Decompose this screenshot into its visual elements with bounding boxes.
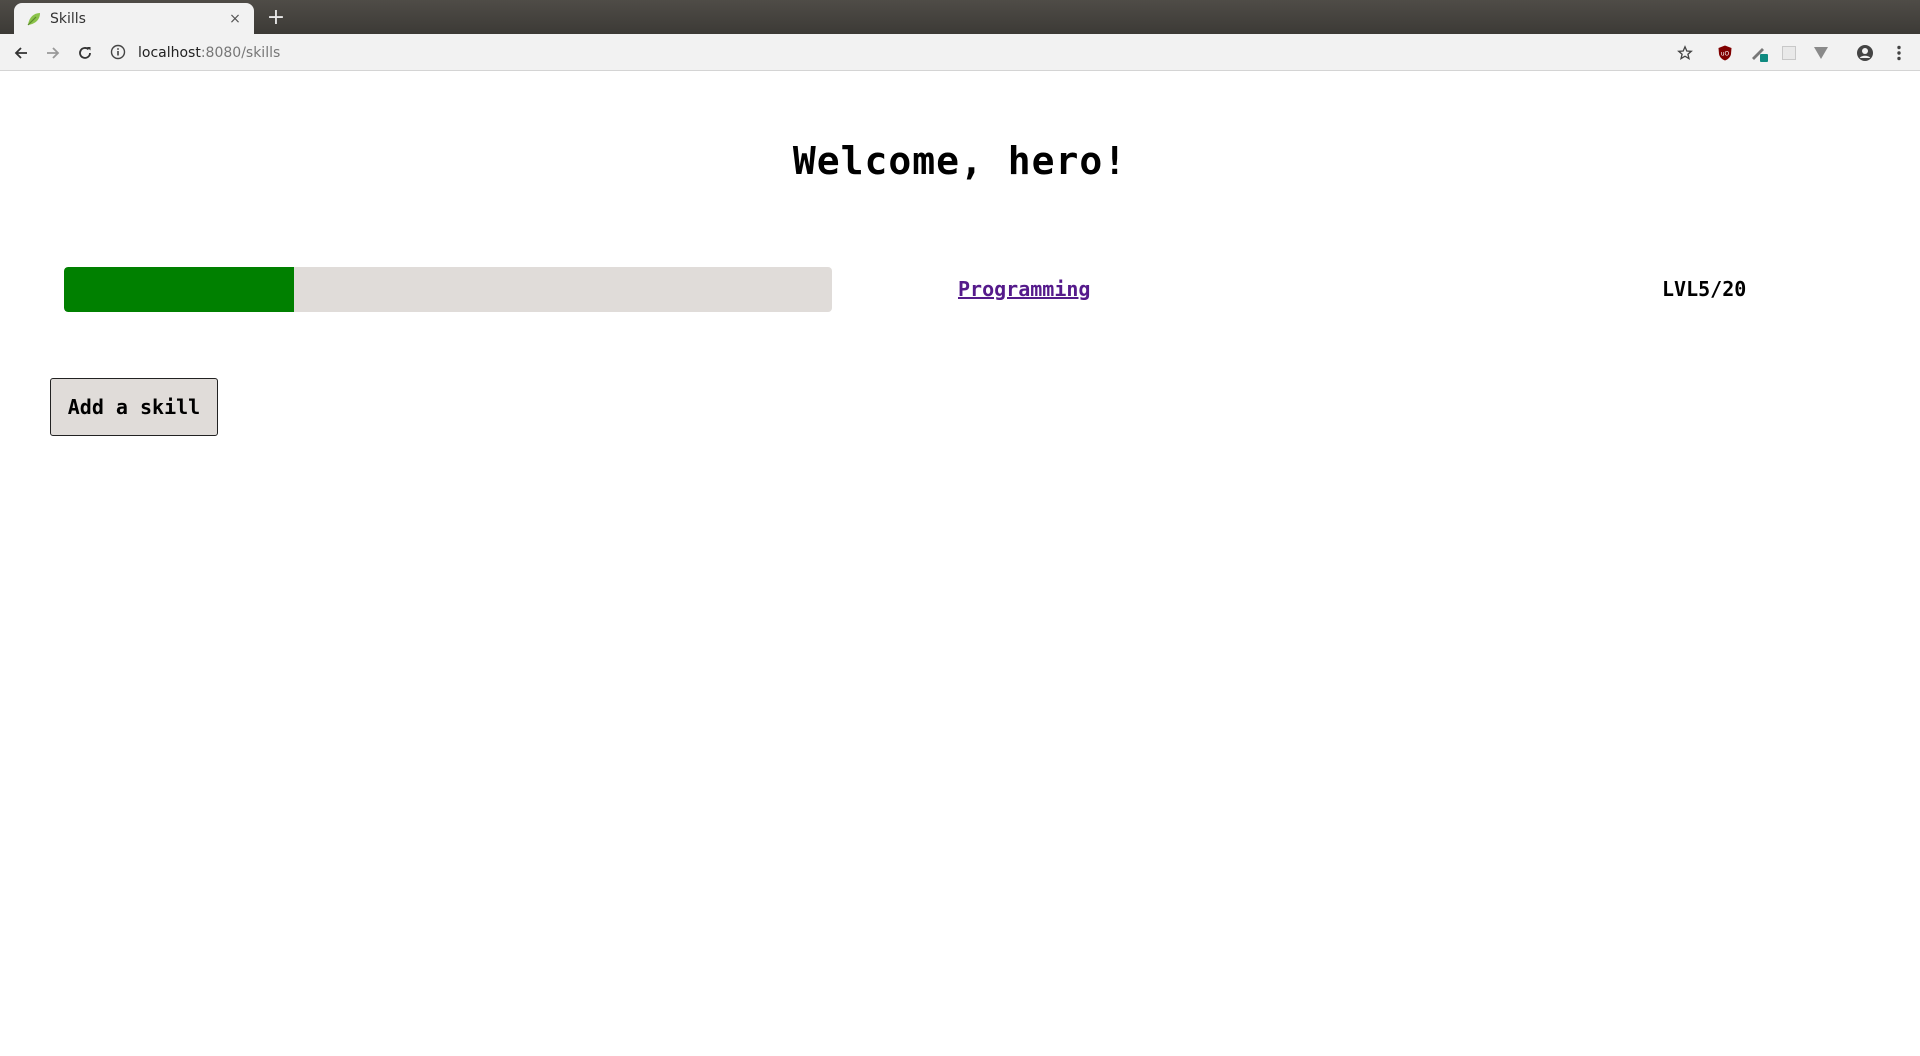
close-tab-icon[interactable]: × [226,10,244,28]
skill-link-programming[interactable]: Programming [958,277,1090,301]
reload-button[interactable] [72,40,98,66]
profile-icon[interactable] [1854,42,1876,64]
info-icon[interactable] [110,44,128,62]
browser-tab[interactable]: Skills × [14,3,254,34]
extension-square-icon[interactable] [1778,42,1800,64]
browser-toolbar: localhost:8080/skills uO [0,34,1920,71]
skill-progress-fill [64,267,295,312]
svg-text:uO: uO [1721,51,1730,58]
menu-icon[interactable] [1888,42,1910,64]
extension-v-icon[interactable] [1810,42,1832,64]
star-icon[interactable] [1674,42,1696,64]
back-button[interactable] [8,40,34,66]
reload-icon [79,47,91,59]
page-content: Welcome, hero! Programming LVL5/20 Add a… [0,71,1920,1056]
forward-arrow-icon [47,47,60,59]
back-arrow-icon [14,47,27,59]
tab-title: Skills [50,10,86,27]
page-title: Welcome, hero! [792,139,1128,183]
tab-strip: Skills × + [0,0,1920,34]
url-path: :8080/skills [200,44,281,61]
ublock-icon[interactable]: uO [1714,42,1736,64]
skill-progress-bar [64,267,832,312]
extension-pen-icon[interactable] [1748,42,1770,64]
forward-button[interactable] [40,40,66,66]
address-bar[interactable]: localhost:8080/skills [110,39,1670,66]
skill-row: Programming LVL5/20 [0,267,1920,313]
url-host: localhost [138,44,201,61]
leaf-favicon-icon [26,11,42,27]
skill-level: LVL5/20 [1662,277,1747,301]
new-tab-button[interactable]: + [264,6,288,30]
add-skill-button[interactable]: Add a skill [50,378,218,436]
